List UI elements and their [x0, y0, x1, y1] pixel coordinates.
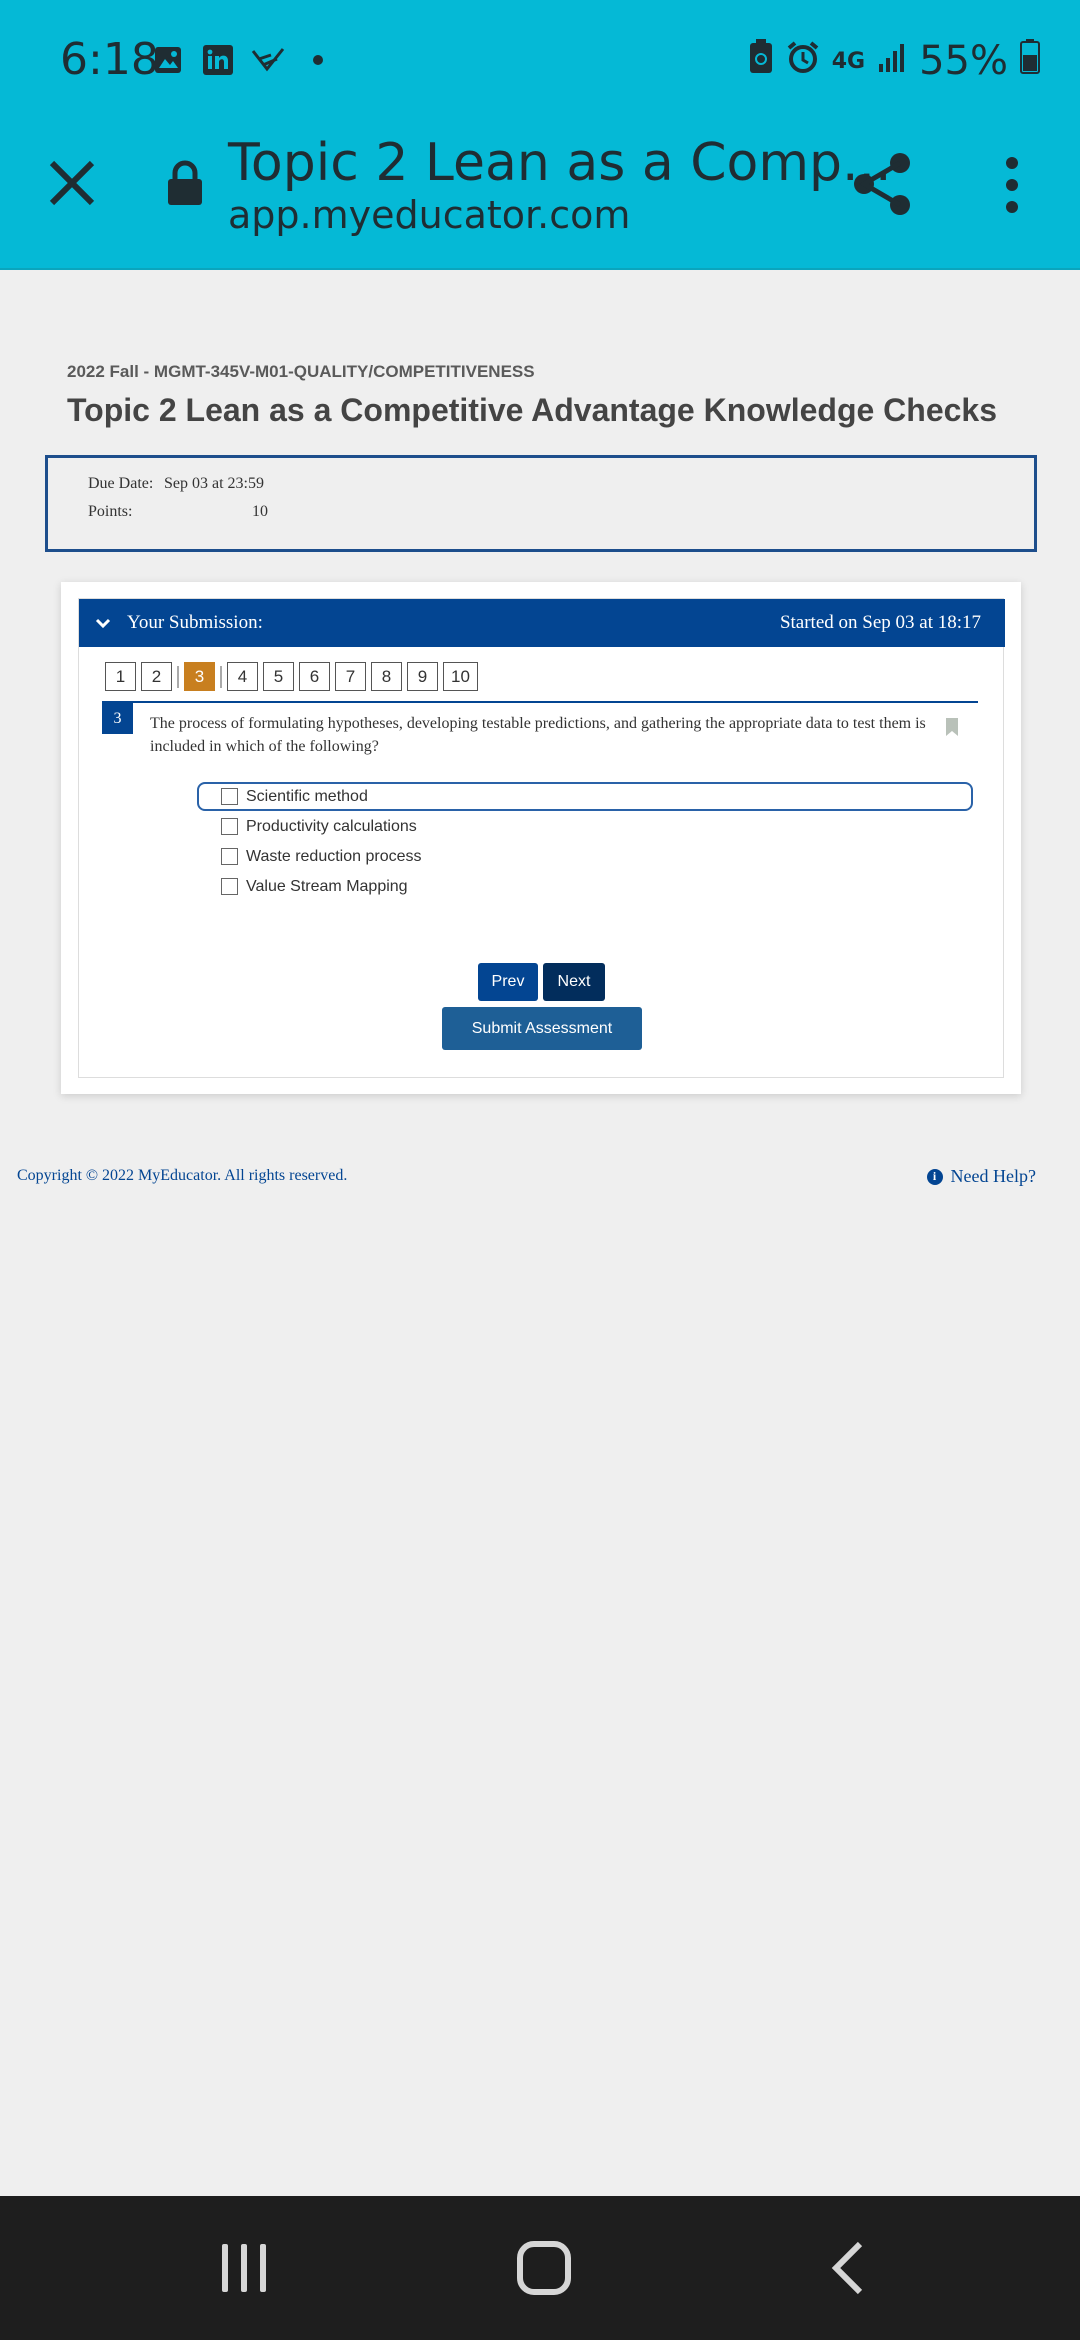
question-number-badge: 3: [102, 703, 133, 734]
copyright: Copyright © 2022 MyEducator. All rights …: [17, 1167, 348, 1184]
signal-icon: [877, 38, 907, 84]
question-navigator: 1 2 3 4 5 6 7 8 9 10: [105, 662, 478, 691]
submission-title: Your Submission:: [127, 612, 263, 633]
due-date-row: Due Date: Sep 03 at 23:59: [88, 475, 264, 493]
answer-option[interactable]: Scientific method: [197, 782, 973, 811]
answer-option[interactable]: Value Stream Mapping: [197, 872, 973, 901]
assignment-info: Due Date: Sep 03 at 23:59 Points: 10: [45, 455, 1037, 552]
bird-app-icon: [250, 42, 286, 78]
battery-icon: [1020, 38, 1040, 84]
answer-label: Value Stream Mapping: [246, 877, 408, 895]
answer-checkbox[interactable]: [221, 818, 238, 835]
question-text: The process of formulating hypotheses, d…: [150, 715, 926, 755]
answer-checkbox[interactable]: [221, 848, 238, 865]
divider: [177, 665, 179, 688]
alarm-icon: [786, 38, 820, 84]
points-row: Points: 10: [88, 503, 268, 521]
share-icon[interactable]: [850, 151, 916, 217]
points-value: 10: [252, 503, 268, 520]
points-label: Points:: [88, 503, 133, 520]
info-icon: i: [926, 1168, 943, 1185]
network-type: 4G: [831, 48, 866, 74]
linkedin-icon: [200, 42, 236, 78]
question-divider: [102, 701, 978, 703]
status-right: 4G 55%: [748, 38, 1040, 84]
question-nav-5[interactable]: 5: [263, 662, 294, 691]
browser-url[interactable]: app.myeducator.com: [228, 193, 630, 237]
due-date-label: Due Date:: [88, 475, 154, 492]
back-icon[interactable]: [828, 2240, 868, 2296]
question-nav-10[interactable]: 10: [443, 662, 478, 691]
question-nav-1[interactable]: 1: [105, 662, 136, 691]
browser-page-title[interactable]: Topic 2 Lean as a Comp...: [228, 133, 892, 193]
browser-toolbar: Topic 2 Lean as a Comp... app.myeducator…: [0, 125, 1080, 270]
prev-button[interactable]: Prev: [478, 963, 538, 1001]
gallery-icon: [150, 42, 186, 78]
close-icon[interactable]: [44, 155, 100, 211]
page-title: Topic 2 Lean as a Competitive Advantage …: [67, 392, 998, 428]
battery-percent: 55%: [919, 38, 1008, 84]
dot-icon: [300, 42, 336, 78]
question-nav-4[interactable]: 4: [227, 662, 258, 691]
answer-label: Scientific method: [246, 787, 368, 805]
question-nav-3[interactable]: 3: [184, 662, 215, 691]
question-nav-9[interactable]: 9: [407, 662, 438, 691]
started-on: Started on Sep 03 at 18:17: [779, 612, 981, 633]
answer-option[interactable]: Productivity calculations: [197, 812, 973, 841]
notification-icons: [150, 42, 336, 78]
answer-checkbox[interactable]: [221, 788, 238, 805]
question-nav-2[interactable]: 2: [141, 662, 172, 691]
status-time: 6:18: [60, 34, 159, 85]
question-nav-6[interactable]: 6: [299, 662, 330, 691]
more-options-icon[interactable]: [1000, 153, 1024, 217]
need-help-label: Need Help?: [950, 1166, 1036, 1186]
submission-header[interactable]: Your Submission: Started on Sep 03 at 18…: [79, 599, 1005, 647]
due-date-value: Sep 03 at 23:59: [164, 475, 264, 492]
status-bar: 6:18 4G 55%: [0, 0, 1080, 125]
recent-apps-icon[interactable]: [218, 2242, 270, 2294]
question-nav-8[interactable]: 8: [371, 662, 402, 691]
battery-saver-icon: [748, 38, 774, 84]
submission-card: Your Submission: Started on Sep 03 at 18…: [61, 582, 1021, 1094]
answer-label: Productivity calculations: [246, 817, 417, 835]
answer-options: Scientific method Productivity calculati…: [197, 782, 973, 902]
bookmark-icon[interactable]: [945, 717, 959, 737]
chevron-down-icon[interactable]: [93, 613, 113, 633]
course-name: 2022 Fall - MGMT-345V-M01-QUALITY/COMPET…: [67, 362, 535, 381]
answer-label: Waste reduction process: [246, 847, 422, 865]
answer-checkbox[interactable]: [221, 878, 238, 895]
submission-panel: Your Submission: Started on Sep 03 at 18…: [78, 598, 1005, 1078]
answer-option[interactable]: Waste reduction process: [197, 842, 973, 871]
system-nav-bar: [0, 2196, 1080, 2340]
home-icon[interactable]: [516, 2240, 572, 2296]
divider: [220, 665, 222, 688]
next-button[interactable]: Next: [543, 963, 605, 1001]
question-nav-7[interactable]: 7: [335, 662, 366, 691]
need-help-link[interactable]: i Need Help?: [926, 1166, 1036, 1187]
submit-assessment-button[interactable]: Submit Assessment: [442, 1007, 642, 1050]
lock-icon[interactable]: [165, 160, 205, 206]
